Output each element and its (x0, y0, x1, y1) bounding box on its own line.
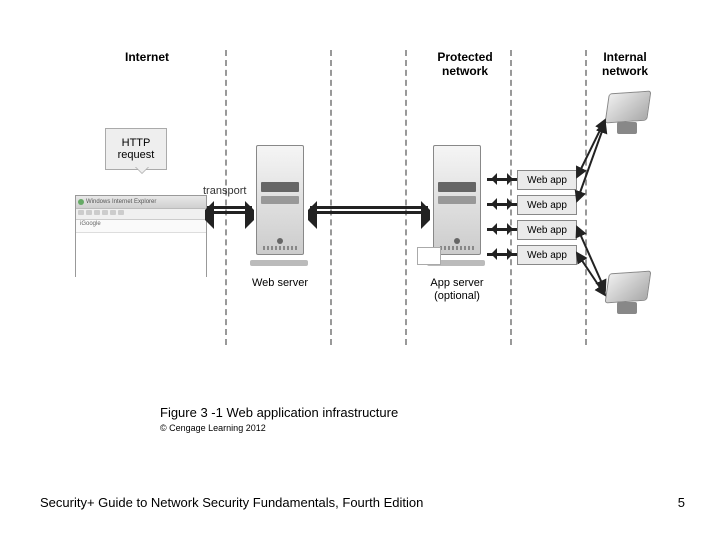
copyright-text: © Cengage Learning 2012 (160, 423, 266, 433)
browser-title: Windows Internet Explorer (86, 199, 156, 205)
divider-1 (225, 50, 227, 345)
web-server-icon (250, 145, 308, 263)
web-server-label: Web server (245, 277, 315, 290)
zone-internal-label: Internal network (595, 50, 655, 79)
http-request-callout: HTTP request (105, 128, 167, 170)
page-number: 5 (678, 495, 685, 510)
web-app-infrastructure-diagram: Internet Protected network Internal netw… (75, 50, 665, 370)
web-app-box-1: Web app (517, 170, 577, 190)
zone-internet-label: Internet (125, 50, 169, 64)
client-browser-icon: Windows Internet Explorer iGoogle (75, 195, 207, 277)
internal-arrows-icon (575, 105, 615, 315)
http-request-text: HTTP request (118, 137, 155, 161)
divider-3 (405, 50, 407, 345)
transport-label: transport (203, 185, 246, 197)
divider-2 (330, 50, 332, 345)
web-app-box-4: Web app (517, 245, 577, 265)
app-server-icon (427, 145, 485, 263)
figure-caption: Figure 3 -1 Web application infrastructu… (160, 405, 398, 420)
web-app-box-2: Web app (517, 195, 577, 215)
zone-protected-label: Protected network (430, 50, 500, 79)
slide-footer: Security+ Guide to Network Security Fund… (40, 495, 423, 510)
web-app-box-3: Web app (517, 220, 577, 240)
browser-tab: iGoogle (76, 220, 206, 233)
app-server-label: App server (optional) (421, 277, 493, 302)
